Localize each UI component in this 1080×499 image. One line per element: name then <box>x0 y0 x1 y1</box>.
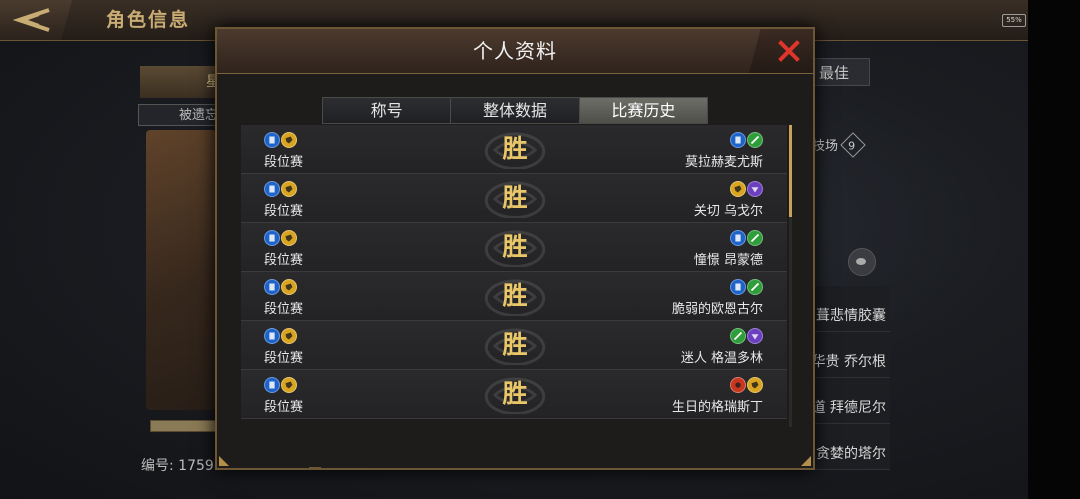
match-result: 胜 <box>502 134 528 163</box>
gold-faction-icon <box>281 230 297 246</box>
close-icon <box>778 40 800 62</box>
match-mode: 段位赛 <box>264 204 304 219</box>
match-row[interactable]: 段位赛 胜迷人 格温多林 <box>241 321 787 370</box>
match-result: 胜 <box>502 232 528 261</box>
arena-rank-badge: 9 <box>840 132 866 158</box>
player-factions <box>264 181 297 197</box>
red-faction-icon <box>730 377 746 393</box>
opponent-factions <box>730 181 763 197</box>
match-mode: 段位赛 <box>264 400 304 415</box>
blue-faction-icon <box>730 132 746 148</box>
blue-faction-icon <box>264 377 280 393</box>
bg-arena-label: 技场 <box>812 139 839 154</box>
gold-faction-icon <box>281 181 297 197</box>
match-row[interactable]: 段位赛 胜生日的格瑞斯丁 <box>241 370 787 419</box>
opponent-factions <box>730 328 763 344</box>
opponent-name: 迷人 格温多林 <box>680 351 763 366</box>
player-factions <box>264 279 297 295</box>
blue-faction-icon <box>264 230 280 246</box>
player-id: 编号: 1759 <box>141 458 214 474</box>
blue-faction-icon <box>264 328 280 344</box>
bg-list-row: 华贵 乔尔根 <box>806 332 890 378</box>
blue-faction-icon <box>264 181 280 197</box>
player-factions <box>264 132 297 148</box>
blue-faction-icon <box>730 279 746 295</box>
gold-faction-icon <box>281 377 297 393</box>
opponent-name: 关切 乌戈尔 <box>693 204 763 219</box>
progress-bar <box>150 420 218 432</box>
match-mode: 段位赛 <box>264 155 304 170</box>
frame-notch <box>309 467 321 470</box>
match-row[interactable]: 段位赛 胜关切 乌戈尔 <box>241 174 787 223</box>
corner-ornament <box>801 456 811 466</box>
back-arrow-icon <box>12 8 50 32</box>
gold-faction-icon <box>281 279 297 295</box>
match-row[interactable]: 段位赛 胜脆弱的欧恩古尔 <box>241 272 787 321</box>
bg-tab-left[interactable]: 星 <box>140 66 220 98</box>
opponent-factions <box>730 230 763 246</box>
match-mode: 段位赛 <box>264 302 304 317</box>
scroll-thumb[interactable] <box>789 125 792 217</box>
tab-match-history[interactable]: 比赛历史 <box>579 98 707 123</box>
modal-header: 个人资料 <box>217 29 813 74</box>
green-faction-icon <box>747 132 763 148</box>
match-result: 胜 <box>502 330 528 359</box>
match-history-list[interactable]: 段位赛胜莫拉赫麦尤斯 段位赛胜关切 乌戈尔 段位赛胜憧憬 昂蒙德 段位赛胜脆弱的欧恩古… <box>241 125 787 427</box>
blue-faction-icon <box>264 132 280 148</box>
corner-ornament <box>219 456 229 466</box>
tab-bar: 称号 整体数据 比赛历史 <box>322 97 708 124</box>
purple-faction-icon <box>747 181 763 197</box>
opponent-name: 生日的格瑞斯丁 <box>671 400 763 415</box>
opponent-name: 憧憬 昂蒙德 <box>693 253 763 268</box>
opponent-name: 莫拉赫麦尤斯 <box>684 155 763 170</box>
gold-faction-icon <box>281 328 297 344</box>
opponent-factions <box>730 132 763 148</box>
match-result: 胜 <box>502 379 528 408</box>
bg-list-row: 贪婪的塔尔 <box>806 424 890 470</box>
match-row[interactable]: 段位赛 胜莫拉赫麦尤斯 <box>241 125 787 174</box>
modal-title: 个人资料 <box>473 39 557 63</box>
opponent-factions <box>730 279 763 295</box>
bg-pill[interactable]: 被遗忘 <box>138 104 218 126</box>
blue-faction-icon <box>730 230 746 246</box>
device-edge <box>1028 0 1080 499</box>
bg-arena: 技场 9 <box>812 132 872 158</box>
blue-faction-icon <box>264 279 280 295</box>
green-faction-icon <box>747 279 763 295</box>
match-mode: 段位赛 <box>264 253 304 268</box>
scrollbar[interactable] <box>789 125 792 427</box>
battery-indicator: 55% <box>1002 14 1026 27</box>
screen-title: 角色信息 <box>106 9 191 31</box>
match-result: 胜 <box>502 183 528 212</box>
player-factions <box>264 377 297 393</box>
eye-icon[interactable] <box>848 248 876 276</box>
character-portrait <box>146 130 216 410</box>
green-faction-icon <box>747 230 763 246</box>
match-row[interactable]: 段位赛 胜憧憬 昂蒙德 <box>241 223 787 272</box>
player-factions <box>264 230 297 246</box>
gold-faction-icon <box>281 132 297 148</box>
bg-tab-right[interactable]: 最佳 <box>812 58 870 86</box>
profile-modal: 个人资料 称号 整体数据 比赛历史 段位赛胜莫拉赫麦尤斯 段位赛胜关切 乌戈尔 段位… <box>215 27 815 470</box>
player-factions <box>264 328 297 344</box>
match-result: 胜 <box>502 281 528 310</box>
purple-faction-icon <box>747 328 763 344</box>
bg-match-list: 葺悲情胶囊 华贵 乔尔根 道 拜德尼尔 贪婪的塔尔 <box>806 286 890 470</box>
opponent-factions <box>730 377 763 393</box>
tab-title[interactable]: 称号 <box>323 98 452 123</box>
back-button[interactable] <box>0 0 72 40</box>
green-faction-icon <box>730 328 746 344</box>
match-mode: 段位赛 <box>264 351 304 366</box>
gold-faction-icon <box>730 181 746 197</box>
bg-list-row: 葺悲情胶囊 <box>806 286 890 332</box>
tab-overall-stats[interactable]: 整体数据 <box>451 98 580 123</box>
bg-list-row: 道 拜德尼尔 <box>806 378 890 424</box>
gold-faction-icon <box>747 377 763 393</box>
opponent-name: 脆弱的欧恩古尔 <box>671 302 763 317</box>
